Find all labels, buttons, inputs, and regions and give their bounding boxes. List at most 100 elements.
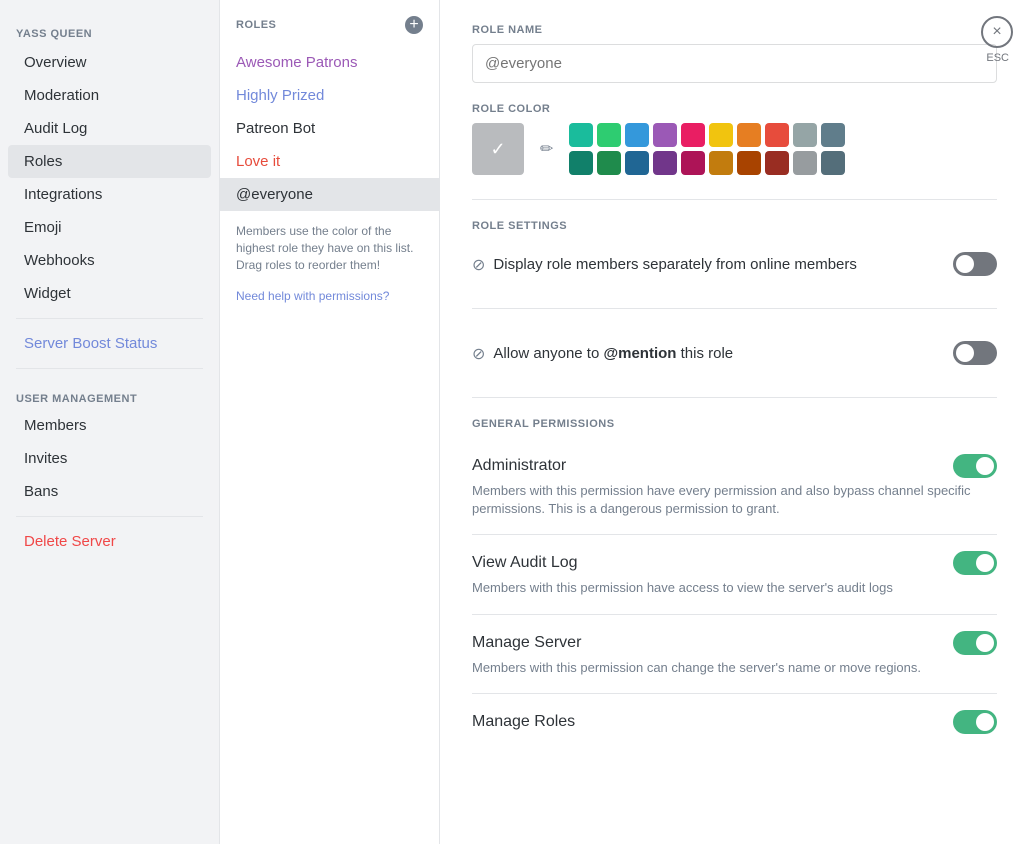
permission-manage-server-header: Manage Server <box>472 631 997 655</box>
role-settings-label: ROLE SETTINGS <box>472 220 997 232</box>
color-dot-1abc9c[interactable] <box>569 123 593 147</box>
permission-manage-server: Manage Server Members with this permissi… <box>472 614 997 693</box>
user-management-label: USER MANAGEMENT <box>0 377 219 409</box>
add-role-button[interactable]: + <box>405 16 423 34</box>
permission-administrator: Administrator Members with this permissi… <box>472 438 997 534</box>
permission-administrator-toggle[interactable] <box>953 454 997 478</box>
permission-manage-roles: Manage Roles <box>472 693 997 750</box>
selected-color-swatch[interactable]: ✓ <box>472 123 524 175</box>
color-dot-546e7a[interactable] <box>821 151 845 175</box>
permission-view-audit-log-name: View Audit Log <box>472 554 578 572</box>
permission-view-audit-log: View Audit Log Members with this permiss… <box>472 534 997 613</box>
sidebar-item-moderation[interactable]: Moderation <box>8 79 211 112</box>
permission-administrator-desc: Members with this permission have every … <box>472 482 997 518</box>
sidebar-item-bans[interactable]: Bans <box>8 475 211 508</box>
main-content: × ESC ROLE NAME ROLE COLOR ✓ ✏ <box>440 0 1029 844</box>
close-button[interactable]: × <box>981 16 1013 48</box>
role-name-label: ROLE NAME <box>472 24 997 36</box>
display-role-toggle[interactable] <box>953 252 997 276</box>
color-grid <box>569 123 845 175</box>
permission-manage-roles-toggle[interactable] <box>953 710 997 734</box>
display-role-text: Display role members separately from onl… <box>493 254 856 275</box>
sidebar-item-delete-server[interactable]: Delete Server <box>8 525 211 558</box>
color-row-1 <box>569 123 845 147</box>
color-dot-979c9f[interactable] <box>793 151 817 175</box>
divider-color-settings <box>472 199 997 200</box>
color-dot-2ecc71[interactable] <box>597 123 621 147</box>
color-dot-e67e22[interactable] <box>737 123 761 147</box>
sidebar: YASS QUEEN Overview Moderation Audit Log… <box>0 0 220 844</box>
role-item-awesome-patrons[interactable]: Awesome Patrons <box>220 46 439 79</box>
allow-mention-icon: ⊘ <box>472 344 485 364</box>
divider-1 <box>16 318 203 319</box>
permission-manage-server-desc: Members with this permission can change … <box>472 659 997 677</box>
role-item-everyone[interactable]: @everyone <box>220 178 439 211</box>
sidebar-item-integrations[interactable]: Integrations <box>8 178 211 211</box>
display-role-icon: ⊘ <box>472 255 485 275</box>
allow-mention-toggle[interactable] <box>953 341 997 365</box>
color-row-2 <box>569 151 845 175</box>
sidebar-item-webhooks[interactable]: Webhooks <box>8 244 211 277</box>
sidebar-item-boost-status[interactable]: Server Boost Status <box>8 327 211 360</box>
sidebar-item-widget[interactable]: Widget <box>8 277 211 310</box>
checkmark-icon: ✓ <box>490 139 505 160</box>
permission-manage-roles-header: Manage Roles <box>472 710 997 734</box>
sidebar-item-emoji[interactable]: Emoji <box>8 211 211 244</box>
close-icon: × <box>992 23 1001 41</box>
server-name: YASS QUEEN <box>0 20 219 46</box>
sidebar-item-roles[interactable]: Roles <box>8 145 211 178</box>
allow-mention-content: ⊘ Allow anyone to @mention this role <box>472 343 953 364</box>
role-name-input[interactable] <box>472 44 997 83</box>
eyedropper-icon: ✏ <box>540 141 553 158</box>
color-dot-607d8b[interactable] <box>821 123 845 147</box>
color-picker-row: ✓ ✏ <box>472 123 997 175</box>
color-dot-206694[interactable] <box>625 151 649 175</box>
role-item-highly-prized[interactable]: Highly Prized <box>220 79 439 112</box>
color-dot-a84300[interactable] <box>737 151 761 175</box>
permission-manage-server-name: Manage Server <box>472 634 581 652</box>
color-dot-3498db[interactable] <box>625 123 649 147</box>
color-dot-11806a[interactable] <box>569 151 593 175</box>
general-permissions-label: GENERAL PERMISSIONS <box>472 418 997 430</box>
permission-manage-server-toggle[interactable] <box>953 631 997 655</box>
allow-mention-row: ⊘ Allow anyone to @mention this role <box>472 329 997 377</box>
color-dot-9b59b6[interactable] <box>653 123 677 147</box>
role-item-love-it[interactable]: Love it <box>220 145 439 178</box>
permission-administrator-name: Administrator <box>472 457 566 475</box>
display-role-row: ⊘ Display role members separately from o… <box>472 240 997 288</box>
display-role-content: ⊘ Display role members separately from o… <box>472 254 953 275</box>
roles-info-text: Members use the color of the highest rol… <box>220 211 439 285</box>
permission-manage-roles-name: Manage Roles <box>472 713 575 731</box>
color-dot-e91e63[interactable] <box>681 123 705 147</box>
role-color-label: ROLE COLOR <box>472 103 997 115</box>
color-dot-95a5a6[interactable] <box>793 123 817 147</box>
color-dot-1f8b4c[interactable] <box>597 151 621 175</box>
color-dot-71368a[interactable] <box>653 151 677 175</box>
roles-panel-header: ROLES + <box>220 16 439 46</box>
role-item-patreon-bot[interactable]: Patreon Bot <box>220 112 439 145</box>
roles-help-link[interactable]: Need help with permissions? <box>220 285 439 307</box>
sidebar-item-overview[interactable]: Overview <box>8 46 211 79</box>
permission-view-audit-log-desc: Members with this permission have access… <box>472 579 997 597</box>
allow-mention-text: Allow anyone to @mention this role <box>493 343 733 364</box>
color-dot-e74c3c[interactable] <box>765 123 789 147</box>
sidebar-item-invites[interactable]: Invites <box>8 442 211 475</box>
sidebar-item-members[interactable]: Members <box>8 409 211 442</box>
eyedropper-button[interactable]: ✏ <box>536 135 557 163</box>
roles-panel-title: ROLES <box>236 19 276 31</box>
color-dot-f1c40f[interactable] <box>709 123 733 147</box>
divider-settings-1 <box>472 308 997 309</box>
permission-view-audit-log-toggle[interactable] <box>953 551 997 575</box>
color-section: ROLE COLOR ✓ ✏ <box>472 103 997 175</box>
permission-administrator-header: Administrator <box>472 454 997 478</box>
roles-panel: ROLES + Awesome Patrons Highly Prized Pa… <box>220 0 440 844</box>
permission-view-audit-log-header: View Audit Log <box>472 551 997 575</box>
color-dot-992d22[interactable] <box>765 151 789 175</box>
divider-2 <box>16 368 203 369</box>
color-dot-c27c0e[interactable] <box>709 151 733 175</box>
divider-3 <box>16 516 203 517</box>
sidebar-item-audit-log[interactable]: Audit Log <box>8 112 211 145</box>
color-dot-ad1457[interactable] <box>681 151 705 175</box>
divider-settings-2 <box>472 397 997 398</box>
permissions-section: Administrator Members with this permissi… <box>472 438 997 750</box>
